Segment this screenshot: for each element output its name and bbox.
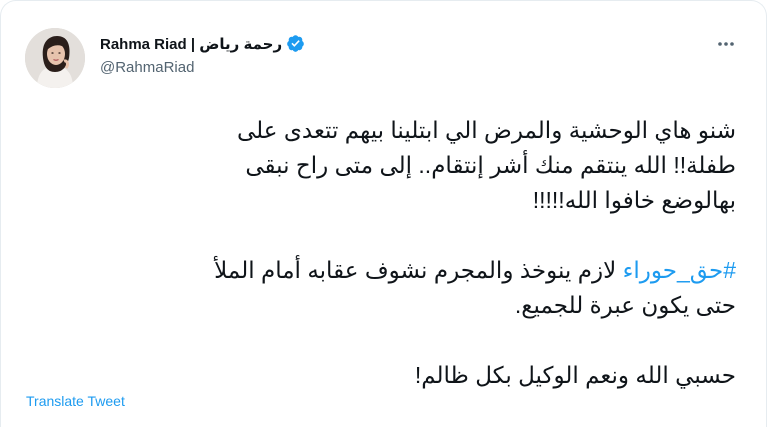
translate-tweet-link[interactable]: Translate Tweet (26, 393, 125, 409)
author-name-row[interactable]: Rahma Riad | رحمة رياض (100, 34, 305, 53)
tweet-text: شنو هاي الوحشية والمرض الي ابتلينا بيهم … (46, 113, 736, 393)
tweet-line: طفلة!! الله ينتقم منك أشر إنتقام.. إلى م… (245, 152, 736, 178)
tweet-line: شنو هاي الوحشية والمرض الي ابتلينا بيهم … (236, 117, 736, 143)
author-display-name[interactable]: Rahma Riad | رحمة رياض (100, 35, 282, 53)
profile-photo (25, 28, 85, 88)
more-options-icon[interactable] (716, 34, 736, 54)
tweet-line: #حق_حوراء لازم ينوخذ والمجرم نشوف عقابه … (46, 253, 736, 288)
tweet-line: حتى يكون عبرة للجميع. (514, 292, 736, 318)
tweet-line: حسبي الله ونعم الوكيل بكل ظالم! (414, 362, 736, 388)
tweet-line-text: لازم ينوخذ والمجرم نشوف عقابه أمام الملأ (214, 257, 623, 283)
verified-badge-icon (286, 34, 305, 53)
hashtag-link[interactable]: #حق_حوراء (623, 257, 736, 283)
author-handle[interactable]: @RahmaRiad (100, 59, 194, 76)
tweet-card: Rahma Riad | رحمة رياض @RahmaRiad شنو ها… (0, 0, 767, 427)
avatar[interactable] (25, 28, 85, 88)
tweet-line: بهالوضع خافوا الله!!!!! (532, 187, 736, 213)
